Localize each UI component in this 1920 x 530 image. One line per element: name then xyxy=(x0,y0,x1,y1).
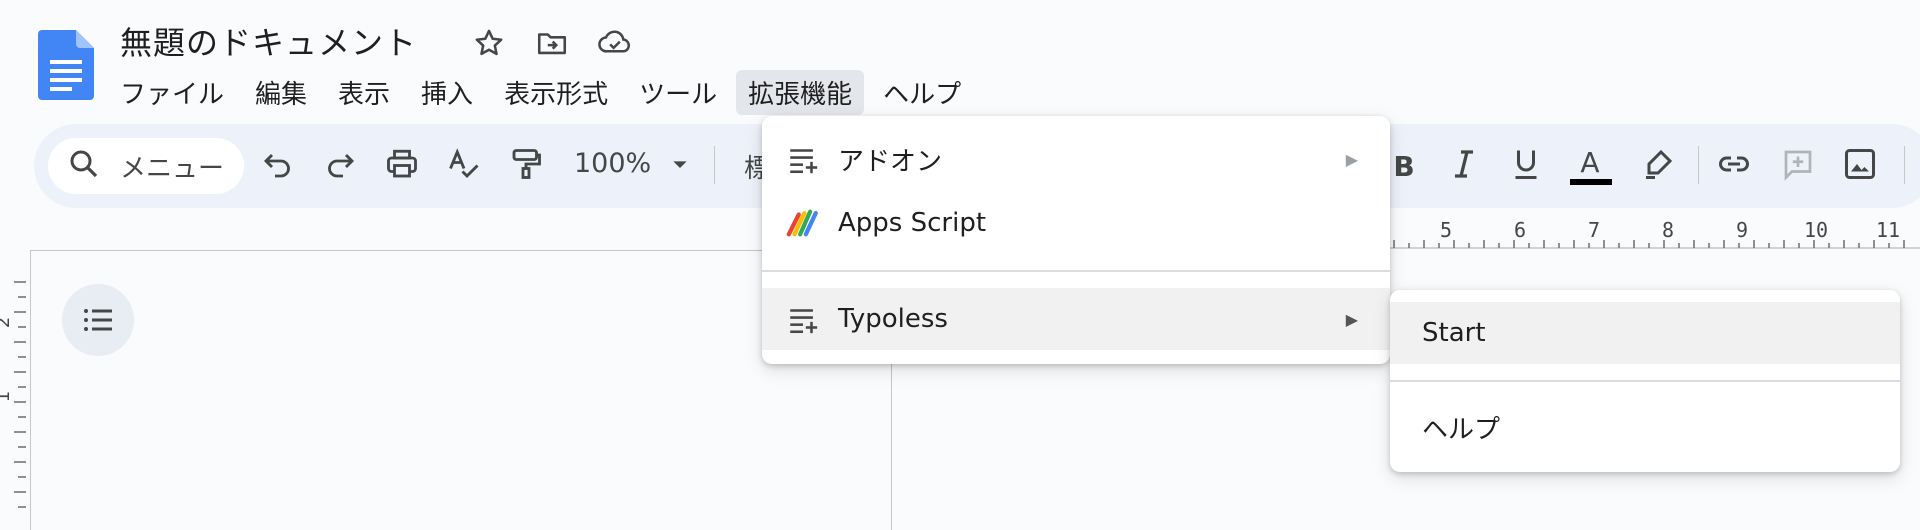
link-icon[interactable] xyxy=(1716,146,1752,182)
submenu-item-label: Start xyxy=(1422,318,1486,348)
menu-view[interactable]: 表示 xyxy=(326,70,402,115)
menu-item-label: Typoless xyxy=(838,304,948,334)
bold-icon[interactable]: B xyxy=(1386,150,1422,186)
paint-format-icon[interactable] xyxy=(508,146,544,182)
add-on-icon xyxy=(786,142,820,176)
add-on-icon xyxy=(786,302,820,336)
italic-icon[interactable] xyxy=(1446,146,1482,182)
cloud-saved-icon[interactable] xyxy=(597,26,631,60)
vruler-tick-label: 1 xyxy=(0,391,14,402)
submenu-item-start[interactable]: Start xyxy=(1390,302,1900,364)
toolbar-divider xyxy=(1904,146,1905,184)
submenu-item-help[interactable]: ヘルプ xyxy=(1390,396,1900,458)
submenu-arrow-icon: ▶ xyxy=(1345,149,1358,169)
ruler-tick-label: 11 xyxy=(1876,218,1901,242)
spellcheck-icon[interactable] xyxy=(446,146,482,182)
toolbar-divider xyxy=(1698,146,1699,184)
zoom-value[interactable]: 100% xyxy=(574,148,651,179)
underline-icon[interactable] xyxy=(1508,146,1544,182)
apps-script-icon xyxy=(786,206,820,240)
submenu-divider xyxy=(1390,380,1900,382)
ruler-tick-label: 6 xyxy=(1514,218,1527,242)
menu-extensions[interactable]: 拡張機能 xyxy=(736,69,865,115)
menu-bar: ファイル 編集 表示 挿入 表示形式 ツール 拡張機能 ヘルプ xyxy=(108,69,980,115)
docs-logo-icon[interactable] xyxy=(38,30,94,100)
document-outline-button[interactable] xyxy=(62,284,134,356)
horizontal-ruler[interactable] xyxy=(1390,212,1920,252)
menu-file[interactable]: ファイル xyxy=(108,70,236,115)
menu-item-add-ons[interactable]: アドオン ▶ xyxy=(762,128,1390,190)
move-folder-icon[interactable] xyxy=(535,26,569,60)
ruler-tick-label: 9 xyxy=(1736,218,1749,242)
menu-item-label: Apps Script xyxy=(838,208,987,238)
toolbar-divider xyxy=(714,146,715,184)
menu-tools[interactable]: ツール xyxy=(627,70,729,115)
menu-help[interactable]: ヘルプ xyxy=(871,70,973,115)
highlight-icon[interactable] xyxy=(1640,146,1676,182)
menu-format[interactable]: 表示形式 xyxy=(492,70,620,115)
redo-icon[interactable] xyxy=(322,146,358,182)
ruler-tick-label: 8 xyxy=(1662,218,1675,242)
submenu-item-label: ヘルプ xyxy=(1422,414,1501,445)
ruler-tick-label: 5 xyxy=(1440,218,1453,242)
search-menus-placeholder[interactable]: メニュー xyxy=(120,148,224,185)
menu-edit[interactable]: 編集 xyxy=(243,70,319,115)
text-color-swatch xyxy=(1570,179,1612,185)
submenu-arrow-icon: ▶ xyxy=(1345,309,1358,329)
menu-item-apps-script[interactable]: Apps Script xyxy=(762,192,1390,254)
print-icon[interactable] xyxy=(384,146,420,182)
chevron-down-icon[interactable] xyxy=(664,146,700,182)
document-title[interactable]: 無題のドキュメント xyxy=(120,18,417,64)
menu-insert[interactable]: 挿入 xyxy=(409,70,485,115)
menu-divider xyxy=(762,270,1390,272)
vruler-tick-label: 2 xyxy=(0,317,14,328)
ruler-tick-label: 7 xyxy=(1588,218,1601,242)
menu-item-typoless[interactable]: Typoless ▶ xyxy=(762,288,1390,350)
ruler-tick-label: 10 xyxy=(1804,218,1829,242)
undo-icon[interactable] xyxy=(260,146,296,182)
search-icon[interactable] xyxy=(66,146,102,182)
text-color-icon[interactable]: A xyxy=(1572,146,1608,179)
add-comment-icon[interactable] xyxy=(1780,146,1816,182)
menu-item-label: アドオン xyxy=(838,146,943,177)
star-icon[interactable] xyxy=(472,26,506,60)
insert-image-icon[interactable] xyxy=(1842,146,1878,182)
